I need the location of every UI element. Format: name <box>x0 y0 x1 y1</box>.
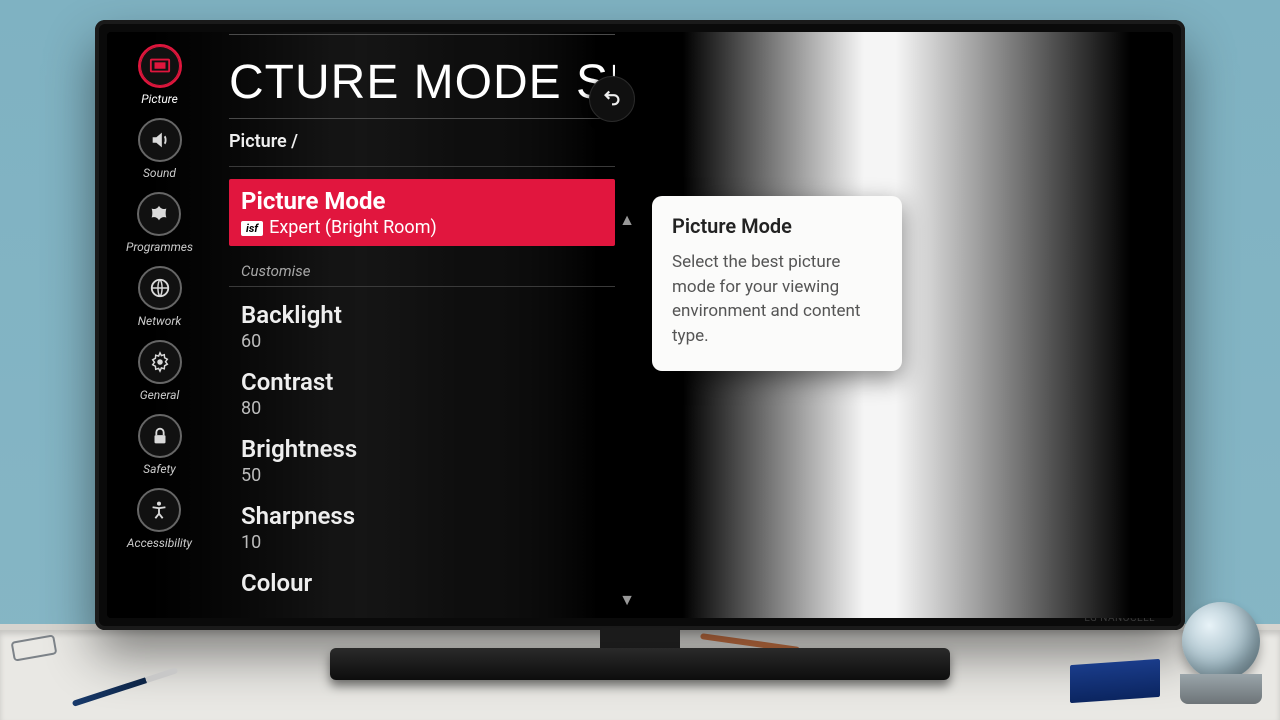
sidebar-item-picture[interactable]: Picture <box>138 44 182 106</box>
back-button[interactable] <box>589 76 635 122</box>
sidebar-item-network[interactable]: Network <box>138 266 182 328</box>
breadcrumb: Picture / <box>229 127 615 166</box>
setting-label: Picture Mode <box>241 187 603 215</box>
accessibility-icon <box>137 488 181 532</box>
globe-prop <box>1182 602 1260 680</box>
tooltip-body: Select the best picture mode for your vi… <box>672 250 882 349</box>
settings-panel: CTURE MODE SE Picture / Picture Mode isf… <box>217 32 627 618</box>
settings-category-sidebar: Picture Sound Programmes Network <box>107 32 212 618</box>
setting-label: Contrast <box>241 368 603 396</box>
tv-screen: Picture Sound Programmes Network <box>107 32 1173 618</box>
tooltip-title: Picture Mode <box>672 214 882 238</box>
setting-label: Colour <box>241 569 603 597</box>
setting-contrast[interactable]: Contrast 80 <box>229 360 615 427</box>
setting-value: 60 <box>241 331 603 352</box>
gear-icon <box>138 340 182 384</box>
sound-icon <box>138 118 182 162</box>
sidebar-item-label: General <box>140 388 180 402</box>
tv-stand-neck <box>600 628 680 650</box>
isf-badge: isf <box>241 221 263 236</box>
sidebar-item-label: Sound <box>143 166 176 180</box>
sidebar-item-label: Programmes <box>126 240 193 254</box>
setting-label: Sharpness <box>241 502 603 530</box>
setting-picture-mode[interactable]: Picture Mode isf Expert (Bright Room) <box>229 179 615 246</box>
setting-colour[interactable]: Colour <box>229 561 615 607</box>
tv-frame: LG NANOCELL Picture Sound <box>95 20 1185 630</box>
setting-value: 80 <box>241 398 603 419</box>
chevron-down-icon[interactable]: ▼ <box>619 590 635 610</box>
sidebar-item-label: Network <box>138 314 182 328</box>
sidebar-item-label: Safety <box>143 462 176 476</box>
page-title: CTURE MODE SE <box>229 43 615 116</box>
help-tooltip: Picture Mode Select the best picture mod… <box>652 196 902 371</box>
sidebar-item-safety[interactable]: Safety <box>138 414 182 476</box>
lock-icon <box>138 414 182 458</box>
setting-value: 50 <box>241 465 603 486</box>
sidebar-item-label: Accessibility <box>127 536 192 550</box>
setting-backlight[interactable]: Backlight 60 <box>229 293 615 360</box>
globe-base-prop <box>1180 674 1262 704</box>
bluray-stack-prop <box>1070 659 1160 703</box>
tv-stand-base <box>330 648 950 680</box>
picture-icon <box>138 44 182 88</box>
setting-label: Backlight <box>241 301 603 329</box>
setting-label: Brightness <box>241 435 603 463</box>
setting-brightness[interactable]: Brightness 50 <box>229 427 615 494</box>
setting-value: 10 <box>241 532 603 553</box>
section-customise-heading: Customise <box>229 246 615 287</box>
sidebar-item-accessibility[interactable]: Accessibility <box>127 488 192 550</box>
undo-icon <box>601 86 623 112</box>
sidebar-item-label: Picture <box>141 92 178 106</box>
setting-sharpness[interactable]: Sharpness 10 <box>229 494 615 561</box>
sidebar-item-sound[interactable]: Sound <box>138 118 182 180</box>
sidebar-item-programmes[interactable]: Programmes <box>126 192 193 254</box>
network-icon <box>138 266 182 310</box>
chevron-up-icon[interactable]: ▲ <box>619 210 635 230</box>
setting-value: Expert (Bright Room) <box>269 217 437 238</box>
programmes-icon <box>137 192 181 236</box>
sidebar-item-general[interactable]: General <box>138 340 182 402</box>
